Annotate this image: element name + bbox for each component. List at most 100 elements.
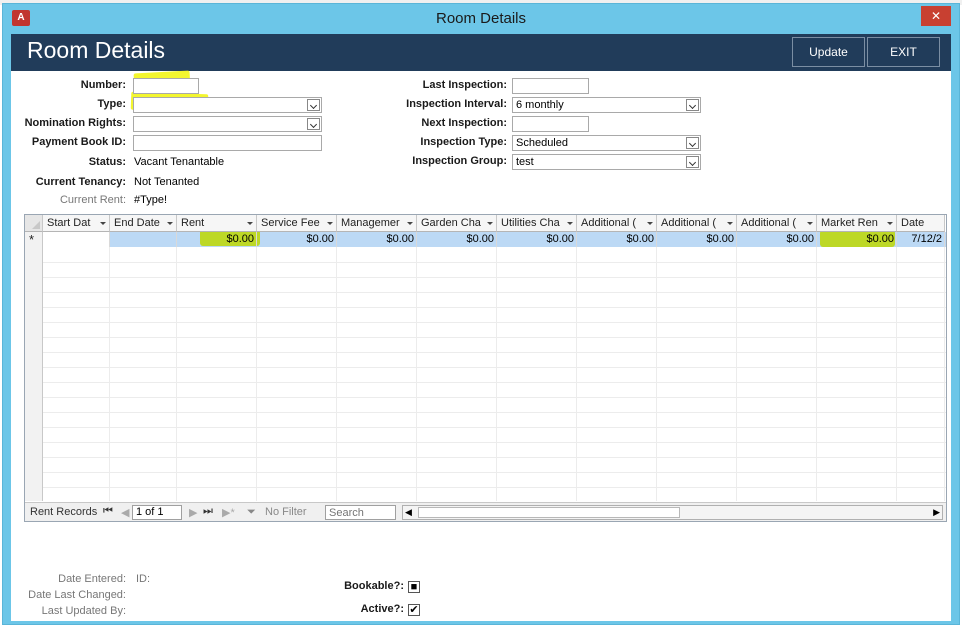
search-input[interactable] <box>325 505 396 520</box>
update-button[interactable]: Update <box>792 37 865 67</box>
column-header-10[interactable]: Additional ( <box>737 215 817 232</box>
grid-column-line <box>896 247 897 501</box>
new-row-cell-11[interactable]: $0.00 <box>817 232 897 247</box>
window-close-button[interactable]: ✕ <box>921 6 951 26</box>
active-label: Active?: <box>360 603 404 615</box>
grid-row-line <box>43 382 946 383</box>
column-header-8[interactable]: Additional ( <box>577 215 657 232</box>
previous-record-button[interactable]: ◀ <box>121 506 129 519</box>
column-header-3[interactable]: Rent <box>177 215 257 232</box>
first-record-button[interactable]: ⏮ <box>103 505 113 518</box>
form-header: Room Details Update EXIT <box>11 34 951 71</box>
new-row-cell-9[interactable]: $0.00 <box>657 232 737 247</box>
column-header-9[interactable]: Additional ( <box>657 215 737 232</box>
inspection-type-combo[interactable]: Scheduled <box>512 135 701 151</box>
grid-column-line <box>656 247 657 501</box>
new-row-cell-7[interactable]: $0.00 <box>497 232 577 247</box>
next-inspection-label: Next Inspection: <box>421 117 507 129</box>
sort-dropdown-icon[interactable] <box>100 222 106 225</box>
nomination-rights-combo[interactable] <box>133 116 322 132</box>
select-all-corner[interactable] <box>25 215 43 232</box>
column-header-12[interactable]: Date <box>897 215 945 232</box>
sort-dropdown-icon[interactable] <box>647 222 653 225</box>
last-record-button[interactable]: ⏭ <box>203 505 213 518</box>
inspection-type-value: Scheduled <box>516 137 568 149</box>
grid-column-line <box>944 247 945 501</box>
new-record-button[interactable]: ▶* <box>222 506 235 519</box>
grid-column-line <box>496 247 497 501</box>
column-header-4[interactable]: Service Fee <box>257 215 337 232</box>
sort-dropdown-icon[interactable] <box>807 222 813 225</box>
column-header-2[interactable]: End Date <box>110 215 177 232</box>
sort-dropdown-icon[interactable] <box>407 222 413 225</box>
payment-book-id-label: Payment Book ID: <box>31 136 126 148</box>
new-row-cell-1[interactable] <box>43 232 110 247</box>
chevron-down-icon[interactable] <box>686 137 699 149</box>
inspection-type-label: Inspection Type: <box>420 136 507 148</box>
grid-column-line <box>576 247 577 501</box>
chevron-down-icon[interactable] <box>686 99 699 111</box>
next-inspection-field[interactable] <box>512 116 589 132</box>
grid-row-line <box>43 397 946 398</box>
exit-button[interactable]: EXIT <box>867 37 940 67</box>
scrollbar-thumb[interactable] <box>418 507 680 518</box>
chevron-down-icon[interactable] <box>686 156 699 168</box>
grid-row-line <box>43 367 946 368</box>
new-row-cell-4[interactable]: $0.00 <box>257 232 337 247</box>
sort-dropdown-icon[interactable] <box>727 222 733 225</box>
grid-row-line <box>43 307 946 308</box>
record-selector-column <box>25 215 43 501</box>
number-field[interactable] <box>133 78 199 94</box>
grid-column-line <box>336 247 337 501</box>
column-header-6[interactable]: Garden Cha <box>417 215 497 232</box>
sort-dropdown-icon[interactable] <box>567 222 573 225</box>
chevron-down-icon[interactable] <box>307 99 320 111</box>
type-label: Type: <box>97 98 126 110</box>
sort-dropdown-icon[interactable] <box>887 222 893 225</box>
new-row-cell-8[interactable]: $0.00 <box>577 232 657 247</box>
sort-dropdown-icon[interactable] <box>327 222 333 225</box>
new-row-cell-10[interactable]: $0.00 <box>737 232 817 247</box>
no-filter-button[interactable]: No Filter <box>265 506 307 518</box>
column-header-11[interactable]: Market Ren <box>817 215 897 232</box>
last-inspection-label: Last Inspection: <box>422 79 507 91</box>
inspection-interval-combo[interactable]: 6 monthly <box>512 97 701 113</box>
next-record-button[interactable]: ▶ <box>189 506 197 519</box>
new-record-marker: * <box>29 232 35 247</box>
new-row-cell-3[interactable]: $0.00 <box>177 232 257 247</box>
current-record-field[interactable]: 1 of 1 <box>132 505 182 520</box>
sort-dropdown-icon[interactable] <box>167 222 173 225</box>
last-inspection-field[interactable] <box>512 78 589 94</box>
grid-row-line <box>43 412 946 413</box>
scroll-left-icon[interactable]: ◀ <box>405 506 412 519</box>
bookable-checkbox[interactable]: ■ <box>408 581 420 593</box>
horizontal-scrollbar[interactable]: ◀ ▶ <box>402 505 943 520</box>
new-row-cell-12[interactable]: 7/12/2 <box>897 232 945 247</box>
payment-book-id-field[interactable] <box>133 135 322 151</box>
column-header-7[interactable]: Utilities Cha <box>497 215 577 232</box>
sort-dropdown-icon[interactable] <box>247 222 253 225</box>
grid-row-line <box>43 292 946 293</box>
sort-dropdown-icon[interactable] <box>487 222 493 225</box>
column-header-1[interactable]: Start Dat <box>43 215 110 232</box>
scroll-right-icon[interactable]: ▶ <box>933 506 940 519</box>
grid-row-line <box>43 472 946 473</box>
new-row-cell-6[interactable]: $0.00 <box>417 232 497 247</box>
grid-row-line <box>43 427 946 428</box>
chevron-down-icon[interactable] <box>307 118 320 130</box>
grid-row-line <box>43 322 946 323</box>
id-label: ID: <box>136 573 151 585</box>
status-value: Vacant Tenantable <box>134 156 225 168</box>
inspection-group-combo[interactable]: test <box>512 154 701 170</box>
new-row-cell-2[interactable] <box>110 232 177 247</box>
new-row-cell-5[interactable]: $0.00 <box>337 232 417 247</box>
column-header-5[interactable]: Managemer <box>337 215 417 232</box>
active-checkbox[interactable]: ✔ <box>408 604 420 616</box>
record-navigation-label: Rent Records <box>30 506 98 518</box>
inspection-interval-value: 6 monthly <box>516 99 564 111</box>
type-combo[interactable] <box>133 97 322 113</box>
date-last-changed-label: Date Last Changed: <box>28 589 126 601</box>
grid-column-line <box>416 247 417 501</box>
grid-column-line <box>816 247 817 501</box>
nomination-rights-label: Nomination Rights: <box>24 117 126 129</box>
